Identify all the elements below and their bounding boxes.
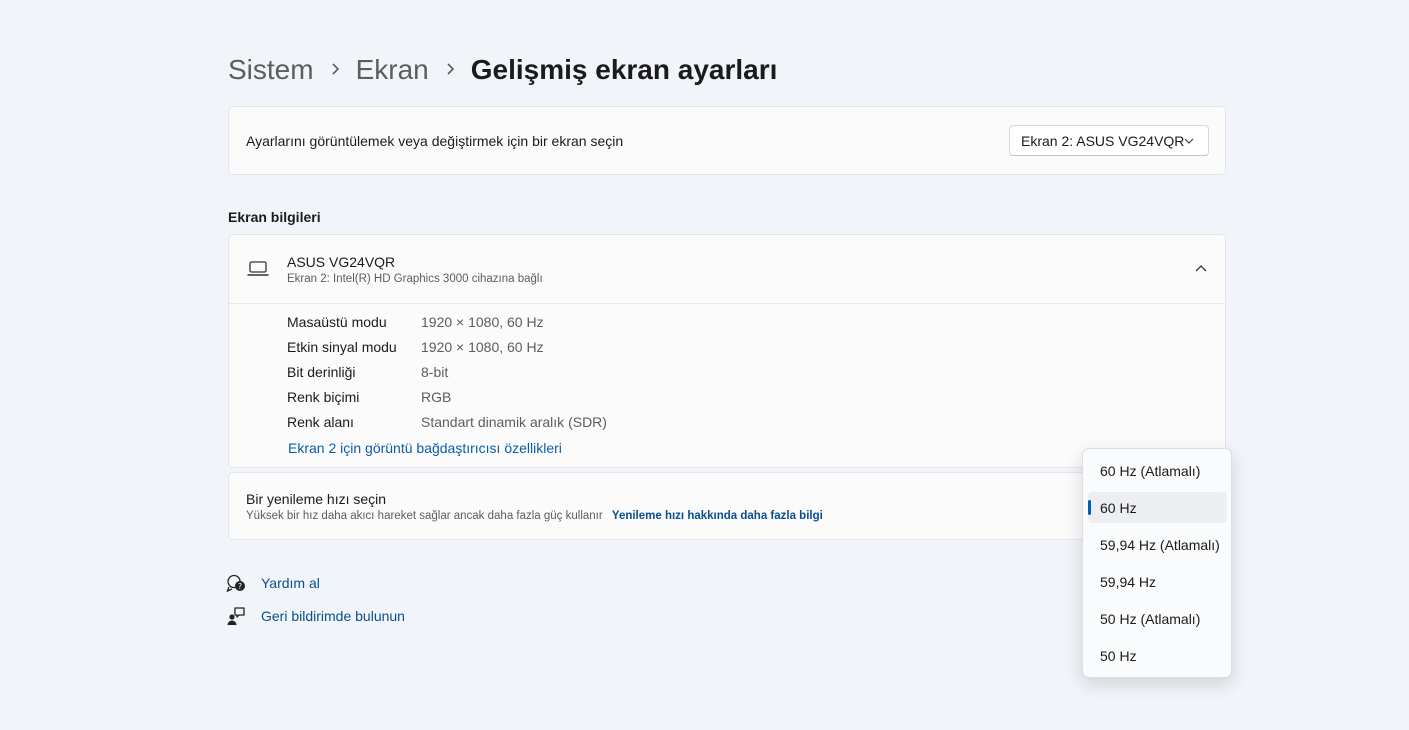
get-help-label: Yardım al	[261, 575, 320, 591]
chevron-down-icon	[1180, 132, 1198, 153]
monitor-subtitle: Ekran 2: Intel(R) HD Graphics 3000 cihaz…	[287, 273, 543, 285]
page-title: Gelişmiş ekran ayarları	[470, 54, 778, 85]
refresh-option[interactable]: 50 Hz	[1088, 640, 1227, 671]
laptop-icon	[247, 260, 269, 283]
feedback-icon	[226, 606, 246, 626]
display-dropdown[interactable]: Ekran 2: ASUS VG24VQR	[1009, 125, 1209, 156]
refresh-option[interactable]: 59,94 Hz (Atlamalı)	[1088, 529, 1227, 560]
property-name: Renk alanı	[287, 414, 354, 430]
refresh-option-selected[interactable]: 60 Hz	[1088, 492, 1227, 523]
chevron-right-icon	[429, 60, 471, 81]
refresh-option-label: 60 Hz	[1100, 499, 1137, 516]
refresh-option[interactable]: 59,94 Hz	[1088, 566, 1227, 597]
refresh-option-label: 59,94 Hz	[1100, 573, 1157, 590]
feedback-label: Geri bildirimde bulunun	[261, 608, 405, 624]
refresh-rate-info-link[interactable]: Yenileme hızı hakkında daha fazla bilgi	[612, 510, 823, 522]
refresh-option[interactable]: 60 Hz (Atlamalı)	[1088, 455, 1227, 486]
get-help-link[interactable]: ? Yardım al	[226, 572, 320, 594]
breadcrumb-ekran[interactable]: Ekran	[356, 54, 429, 86]
adapter-properties-link[interactable]: Ekran 2 için görüntü bağdaştırıcısı özel…	[288, 440, 562, 456]
chevron-right-icon	[314, 60, 356, 81]
breadcrumb-sistem[interactable]: Sistem	[228, 54, 314, 86]
property-value: Standart dinamik aralık (SDR)	[421, 414, 607, 430]
help-chat-icon: ?	[226, 573, 246, 593]
section-title: Ekran bilgileri	[228, 209, 321, 225]
property-value: 1920 × 1080, 60 Hz	[421, 314, 544, 330]
property-name: Masaüstü modu	[287, 314, 387, 330]
chevron-up-icon[interactable]	[1191, 259, 1211, 279]
display-select-card: Ayarlarını görüntülemek veya değiştirmek…	[228, 106, 1226, 175]
feedback-link[interactable]: Geri bildirimde bulunun	[226, 605, 405, 627]
svg-text:?: ?	[238, 582, 242, 591]
breadcrumb: Sistem Ekran Gelişmiş ekran ayarları	[228, 50, 777, 90]
display-info-header[interactable]: ASUS VG24VQR Ekran 2: Intel(R) HD Graphi…	[229, 235, 1225, 304]
display-dropdown-value: Ekran 2: ASUS VG24VQR	[1021, 132, 1185, 149]
refresh-option[interactable]: 50 Hz (Atlamalı)	[1088, 603, 1227, 634]
refresh-rate-card: Bir yenileme hızı seçin Yüksek bir hız d…	[228, 472, 1226, 540]
property-name: Etkin sinyal modu	[287, 339, 397, 355]
property-name: Renk biçimi	[287, 389, 360, 405]
property-name: Bit derinliği	[287, 364, 356, 380]
refresh-rate-description-text: Yüksek bir hız daha akıcı hareket sağlar…	[246, 510, 603, 522]
refresh-option-label: 60 Hz (Atlamalı)	[1100, 462, 1201, 479]
refresh-option-label: 59,94 Hz (Atlamalı)	[1100, 536, 1220, 553]
refresh-rate-title: Bir yenileme hızı seçin	[246, 491, 387, 507]
refresh-option-label: 50 Hz (Atlamalı)	[1100, 610, 1201, 627]
refresh-rate-description: Yüksek bir hız daha akıcı hareket sağlar…	[246, 510, 823, 522]
refresh-rate-flyout: 60 Hz (Atlamalı) 60 Hz 59,94 Hz (Atlamal…	[1082, 448, 1232, 678]
refresh-option-label: 50 Hz	[1100, 647, 1137, 664]
property-value: 1920 × 1080, 60 Hz	[421, 339, 544, 355]
property-value: RGB	[421, 389, 452, 405]
monitor-name: ASUS VG24VQR	[287, 254, 396, 270]
selection-indicator	[1088, 500, 1091, 515]
display-select-label: Ayarlarını görüntülemek veya değiştirmek…	[246, 133, 624, 149]
display-info-card: ASUS VG24VQR Ekran 2: Intel(R) HD Graphi…	[228, 234, 1226, 468]
property-value: 8-bit	[421, 364, 449, 380]
